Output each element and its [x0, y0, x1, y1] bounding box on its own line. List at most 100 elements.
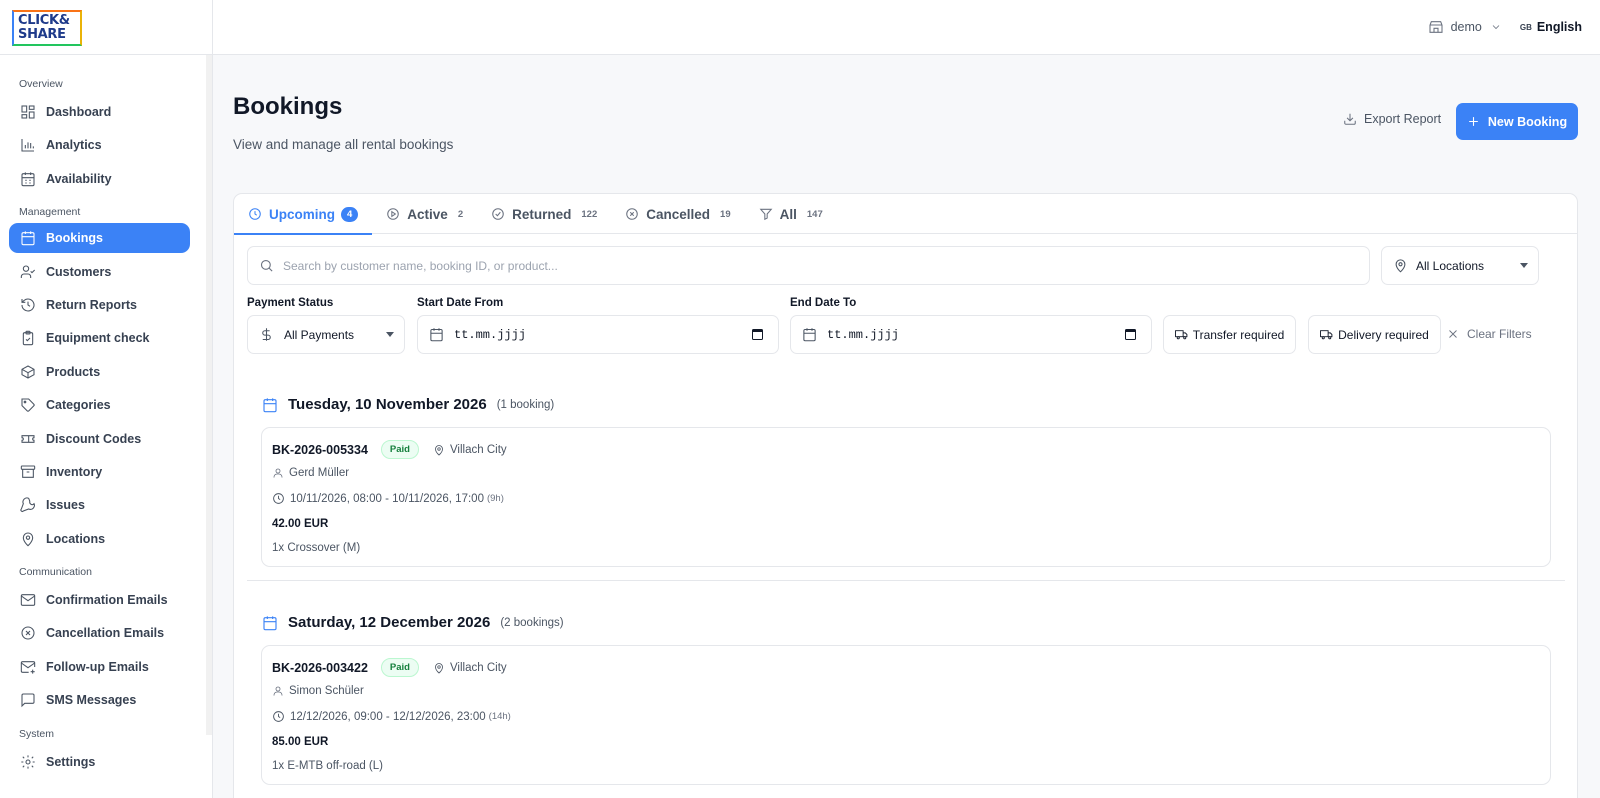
download-icon: [1344, 113, 1356, 125]
truck-icon: [1174, 330, 1188, 340]
payment-status-badge: Paid: [380, 440, 419, 459]
check-circle-icon: [492, 208, 504, 220]
tab-count: 147: [806, 208, 823, 220]
clock-icon: [249, 208, 261, 220]
payment-status-value: All Payments: [284, 327, 355, 342]
booking-card[interactable]: BK-2026-005334 Paid Villach City Gerd Mü…: [261, 427, 1551, 567]
sidebar-item-label: Locations: [46, 531, 106, 546]
play-circle-icon: [387, 208, 400, 220]
booking-price: 42.00 EUR: [272, 518, 329, 530]
close-icon: [1449, 330, 1457, 338]
end-date-field[interactable]: tt.mm.jjjj: [790, 315, 1152, 354]
calendar-picker-icon[interactable]: [1125, 329, 1136, 340]
sidebar-item-equipment-check[interactable]: Equipment check: [9, 323, 190, 353]
truck-icon: [1320, 330, 1333, 340]
search-input[interactable]: [283, 258, 1283, 273]
sidebar-item-return-reports[interactable]: Return Reports: [9, 290, 190, 320]
booking-time-range: 10/11/2026, 08:00 - 10/11/2026, 17:00: [290, 492, 484, 505]
sidebar-item-settings[interactable]: Settings: [9, 747, 190, 777]
tab-upcoming[interactable]: Upcoming 4: [234, 194, 373, 235]
mail-icon: [20, 594, 36, 606]
language-switcher[interactable]: GB English: [1520, 20, 1582, 34]
sidebar-item-customers[interactable]: Customers: [9, 257, 190, 287]
filter-icon: [759, 208, 773, 221]
store-switcher[interactable]: demo: [1428, 19, 1502, 35]
sidebar-item-confirmation-emails[interactable]: Confirmation Emails: [9, 585, 190, 615]
page-title: Bookings: [233, 93, 343, 120]
sidebar-item-label: Settings: [46, 754, 96, 769]
location-select[interactable]: All Locations: [1381, 246, 1539, 285]
sidebar-item-sms-messages[interactable]: SMS Messages: [9, 685, 190, 715]
tab-returned[interactable]: Returned 122: [477, 194, 611, 234]
delivery-required-label: Delivery required: [1338, 327, 1429, 342]
new-booking-button[interactable]: New Booking: [1456, 103, 1578, 140]
sidebar-item-inventory[interactable]: Inventory: [9, 457, 190, 487]
mail-plus-icon: [20, 660, 36, 674]
booking-location: Villach City: [433, 444, 507, 456]
sidebar-item-discount-codes[interactable]: Discount Codes: [9, 424, 190, 454]
sidebar-item-follow-up-emails[interactable]: Follow-up Emails: [9, 652, 190, 682]
booking-id: BK-2026-003422: [272, 660, 368, 675]
delivery-required-button[interactable]: Delivery required: [1308, 315, 1441, 354]
sidebar-scrollbar[interactable]: [206, 55, 212, 735]
x-circle-icon: [21, 626, 35, 641]
clear-filters-label: Clear Filters: [1467, 327, 1532, 341]
payment-status-select[interactable]: All Payments: [247, 315, 405, 354]
day-group-header: Saturday, 12 December 2026 (2 bookings): [262, 614, 564, 631]
sidebar-item-issues[interactable]: Issues: [9, 490, 190, 520]
sidebar: CLICK& SHARE Overview Dashboard Analytic…: [0, 0, 213, 798]
calendar-icon: [803, 328, 816, 342]
clear-filters-button[interactable]: Clear Filters: [1447, 327, 1532, 341]
sidebar-item-label: Dashboard: [46, 105, 112, 119]
booking-time: 12/12/2026, 09:00 - 12/12/2026, 23:00 (1…: [272, 710, 511, 723]
sidebar-item-label: Availability: [46, 171, 112, 186]
export-report-button[interactable]: Export Report: [1343, 112, 1441, 126]
sidebar-item-categories[interactable]: Categories: [9, 390, 190, 420]
message-square-icon: [21, 693, 35, 708]
search-box: [247, 246, 1370, 285]
booking-customer: Gerd Müller: [272, 467, 349, 479]
sidebar-item-locations[interactable]: Locations: [9, 524, 190, 554]
sidebar-item-availability[interactable]: Availability: [9, 164, 190, 194]
tab-active[interactable]: Active 2: [372, 194, 477, 234]
user-icon: [273, 468, 283, 478]
search-icon: [260, 259, 273, 272]
day-title: Tuesday, 10 November 2026: [288, 396, 487, 413]
wrench-icon: [20, 497, 35, 513]
day-title: Saturday, 12 December 2026: [288, 614, 491, 631]
calendar-icon: [21, 231, 35, 246]
booking-time-range: 12/12/2026, 09:00 - 12/12/2026, 23:00: [290, 710, 486, 723]
sidebar-item-label: Discount Codes: [46, 431, 142, 446]
logo-line1: CLICK&: [18, 13, 70, 28]
tab-all[interactable]: All 147: [745, 194, 837, 234]
calendar-picker-icon[interactable]: [752, 329, 763, 340]
day-booking-count: (1 booking): [496, 398, 555, 411]
booking-card[interactable]: BK-2026-003422 Paid Villach City Simon S…: [261, 645, 1551, 785]
tab-label: Returned: [512, 206, 572, 222]
sidebar-item-analytics[interactable]: Analytics: [9, 130, 190, 160]
sidebar-item-cancellation-emails[interactable]: Cancellation Emails: [9, 618, 190, 648]
user-check-icon: [20, 265, 36, 278]
booking-duration: (9h): [486, 493, 504, 504]
start-date-field[interactable]: tt.mm.jjjj: [417, 315, 779, 354]
calendar-check-icon: [21, 172, 35, 186]
page-subtitle: View and manage all rental bookings: [233, 137, 454, 152]
sidebar-item-label: Issues: [46, 498, 85, 513]
new-booking-label: New Booking: [1487, 114, 1568, 129]
transfer-required-button[interactable]: Transfer required: [1163, 315, 1296, 354]
sidebar-item-bookings[interactable]: Bookings: [9, 223, 190, 254]
sidebar-item-label: SMS Messages: [46, 693, 137, 708]
group-divider: [247, 580, 1565, 581]
tag-icon: [21, 398, 35, 412]
tab-cancelled[interactable]: Cancelled 19: [611, 194, 744, 234]
store-name: demo: [1450, 20, 1482, 34]
store-icon: [1429, 21, 1443, 33]
logo[interactable]: CLICK& SHARE: [12, 10, 82, 46]
booking-duration: (14h): [488, 711, 511, 722]
sidebar-item-label: Bookings: [46, 231, 103, 246]
sidebar-item-label: Inventory: [46, 464, 103, 479]
section-title-overview: Overview: [19, 78, 63, 90]
sidebar-item-dashboard[interactable]: Dashboard: [9, 97, 190, 127]
sidebar-item-label: Equipment check: [46, 331, 150, 346]
sidebar-item-products[interactable]: Products: [9, 357, 190, 387]
